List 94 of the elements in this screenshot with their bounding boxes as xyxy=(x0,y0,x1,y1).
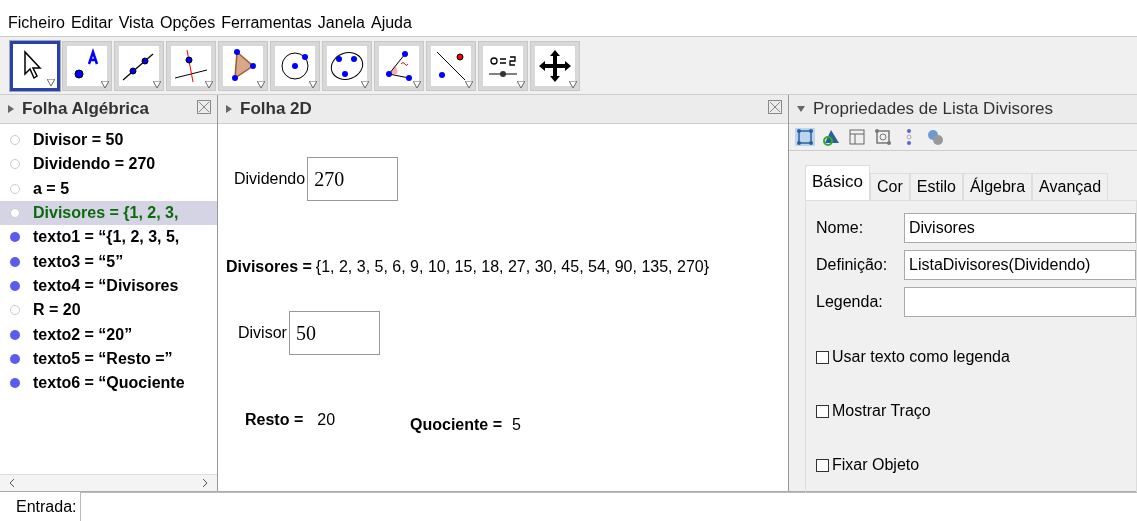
panel-title: Propriedades de Lista Divisores xyxy=(813,99,1053,119)
perpendicular-tool-icon xyxy=(171,46,211,86)
input-field[interactable] xyxy=(80,492,1137,521)
algebra-item[interactable]: Divisor = 50 xyxy=(0,128,217,153)
caret-icon[interactable] xyxy=(413,81,421,88)
algebra-item[interactable]: texto5 = “Resto =” xyxy=(0,346,217,371)
scroll-left-icon[interactable] xyxy=(8,478,16,488)
visibility-dot[interactable] xyxy=(10,135,20,146)
tab[interactable]: Estilo xyxy=(909,173,963,200)
visibility-dot[interactable] xyxy=(10,232,20,243)
visibility-dot[interactable] xyxy=(10,353,20,364)
text-label: Divisores = xyxy=(226,258,312,276)
algebra-item[interactable]: a = 5 xyxy=(0,176,217,201)
input-label: Divisor xyxy=(238,324,287,342)
text-label: Resto = xyxy=(245,411,304,429)
field-label: Nome: xyxy=(816,219,865,237)
menu-item[interactable]: Opções xyxy=(160,14,216,32)
algebra-item[interactable]: texto3 = “5” xyxy=(0,249,217,274)
text-field[interactable]: Divisores xyxy=(904,213,1136,243)
caret-icon[interactable] xyxy=(101,81,109,88)
value-text: 5 xyxy=(512,416,521,434)
caret-icon[interactable] xyxy=(153,81,161,88)
caret-icon[interactable] xyxy=(517,81,525,88)
visibility-dot[interactable] xyxy=(10,256,20,267)
circle-tool-icon xyxy=(275,46,315,86)
menu-item[interactable]: Vista xyxy=(118,14,154,32)
graphics-view-icon[interactable] xyxy=(873,128,893,146)
field-label: Definição: xyxy=(816,256,889,274)
close-icon[interactable] xyxy=(768,100,782,114)
caret-icon[interactable] xyxy=(569,81,577,88)
visibility-dot[interactable] xyxy=(10,329,20,340)
algebra-item[interactable]: texto4 = “Divisores xyxy=(0,273,217,299)
checkbox[interactable] xyxy=(816,404,829,418)
scroll-right-icon[interactable] xyxy=(201,478,209,488)
reflect-tool-icon xyxy=(431,46,471,86)
caret-icon[interactable] xyxy=(257,81,265,88)
expand-icon[interactable] xyxy=(226,105,232,113)
menu-item[interactable]: Ferramentas xyxy=(221,14,312,32)
menu-item[interactable]: Ajuda xyxy=(371,14,412,32)
menu-item[interactable]: Janela xyxy=(317,14,365,32)
move-tool-icon xyxy=(535,46,575,86)
input-field[interactable]: 50 xyxy=(288,311,380,355)
caret-icon[interactable] xyxy=(47,79,55,86)
algebra-item[interactable]: texto6 = “Quociente xyxy=(0,370,217,396)
checkbox-label[interactable]: Usar texto como legenda xyxy=(832,348,1010,366)
expand-icon[interactable] xyxy=(8,105,14,113)
panel-title: Folha 2D xyxy=(240,99,312,119)
algebra-item[interactable]: Dividendo = 270 xyxy=(0,152,217,177)
text-field[interactable] xyxy=(904,287,1136,317)
angle-tool-icon xyxy=(379,46,419,86)
table-icon[interactable] xyxy=(847,128,867,146)
visibility-dot[interactable] xyxy=(10,378,20,389)
input-field[interactable]: 270 xyxy=(307,157,399,201)
field-label: Legenda: xyxy=(816,293,884,311)
panel-title: Folha Algébrica xyxy=(22,99,149,119)
visibility-dot[interactable] xyxy=(10,183,20,194)
input-label: Dividendo xyxy=(234,170,306,188)
algebra-item[interactable]: Divisores = {1, 2, 3, xyxy=(0,200,217,226)
caret-icon[interactable] xyxy=(361,81,369,88)
visibility-dot[interactable] xyxy=(10,280,20,291)
collapse-icon[interactable] xyxy=(797,106,805,112)
visibility-dot[interactable] xyxy=(10,208,20,219)
checkbox-label[interactable]: Fixar Objeto xyxy=(832,456,920,474)
slider-tool-icon xyxy=(483,46,523,86)
line-tool-icon xyxy=(119,46,159,86)
algebra-item[interactable]: texto1 = “{1, 2, 3, 5, xyxy=(0,225,217,250)
point-tool-icon xyxy=(67,46,107,86)
input-label: Entrada: xyxy=(16,498,77,516)
checkbox[interactable] xyxy=(816,350,829,364)
text-field[interactable]: ListaDivisores(Dividendo) xyxy=(904,250,1136,280)
tab[interactable]: Avançad xyxy=(1032,173,1109,200)
value-text: 20 xyxy=(317,411,336,429)
tab[interactable]: Álgebra xyxy=(962,173,1033,200)
checkbox-label[interactable]: Mostrar Traço xyxy=(832,402,931,420)
algebra-item[interactable]: R = 20 xyxy=(0,298,217,323)
caret-icon[interactable] xyxy=(465,81,473,88)
graphics-view-icon[interactable] xyxy=(795,128,815,146)
menu-item[interactable]: Editar xyxy=(70,14,113,32)
text-label: Quociente = xyxy=(410,416,503,434)
tool-button[interactable] xyxy=(10,41,60,91)
caret-icon[interactable] xyxy=(205,81,213,88)
tab[interactable]: Básico xyxy=(805,165,871,200)
visibility-dot[interactable] xyxy=(10,305,20,316)
algebra-item[interactable]: texto2 = “20” xyxy=(0,322,217,347)
tab[interactable]: Cor xyxy=(870,173,910,200)
conic-tool-icon xyxy=(327,46,367,86)
caret-icon[interactable] xyxy=(309,81,317,88)
menu-item[interactable]: Ficheiro xyxy=(8,14,65,32)
list-text: {1, 2, 3, 5, 6, 9, 10, 15, 18, 27, 30, 45, 54, 90, 135, 270} xyxy=(315,258,710,276)
polygon-tool-icon xyxy=(223,46,263,86)
shapes-icon[interactable] xyxy=(821,128,841,146)
checkbox[interactable] xyxy=(816,458,829,472)
close-icon[interactable] xyxy=(197,100,211,114)
visibility-dot[interactable] xyxy=(10,159,20,170)
